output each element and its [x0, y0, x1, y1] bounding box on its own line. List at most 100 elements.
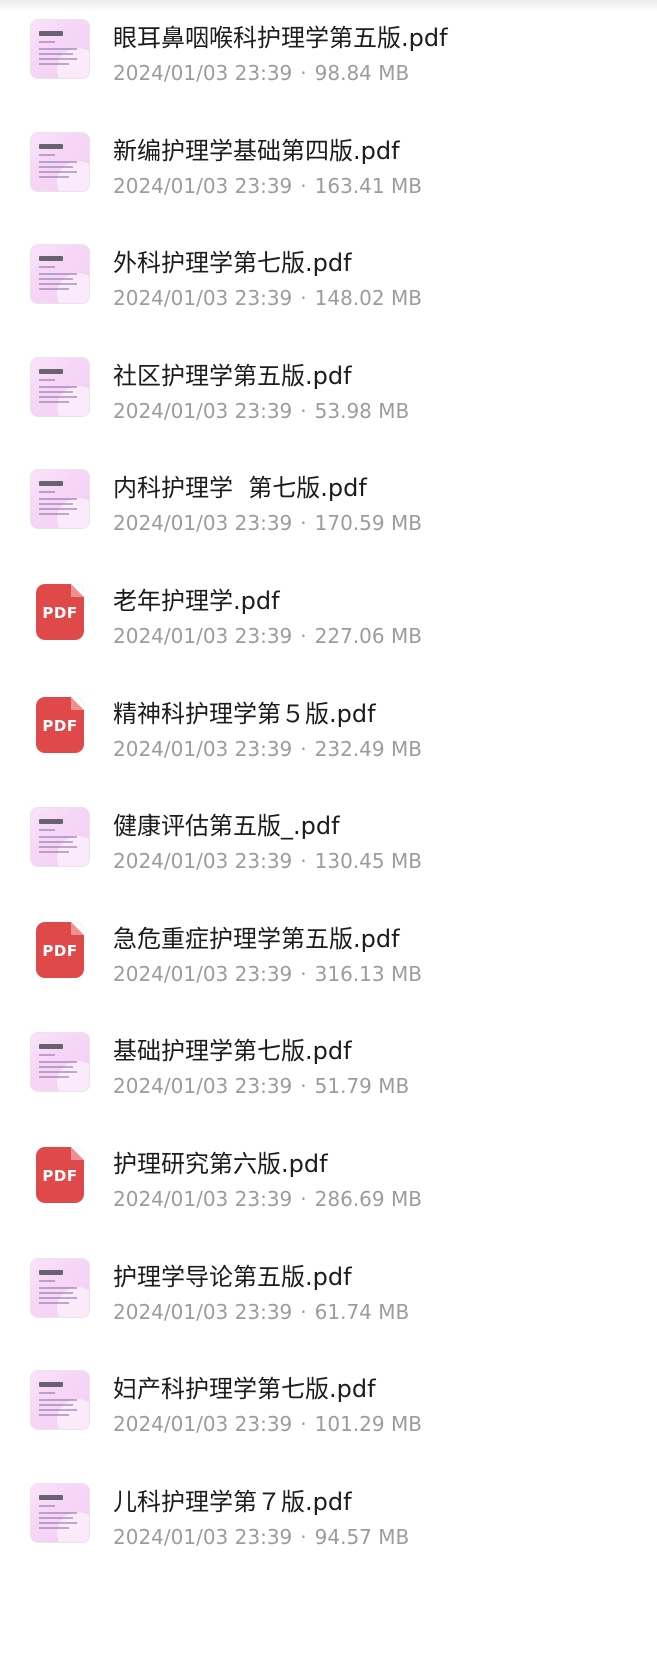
meta-separator: · — [300, 511, 307, 535]
file-size: 51.79 MB — [314, 1074, 410, 1098]
file-row[interactable]: 妇产科护理学第七版.pdf 2024/01/03 23:39 · 101.29 MB — [0, 1349, 657, 1461]
file-row[interactable]: 新编护理学基础第四版.pdf 2024/01/03 23:39 · 163.41 MB — [0, 111, 657, 223]
file-meta: 2024/01/03 23:39 · 227.06 MB — [113, 623, 643, 649]
pdf-file-icon: PDF — [36, 697, 84, 753]
pdf-file-icon: PDF — [36, 1147, 84, 1203]
cover-thumbnail-icon — [30, 1483, 90, 1543]
file-row[interactable]: PDF 精神科护理学第５版.pdf 2024/01/03 23:39 · 232.49 … — [0, 674, 657, 786]
file-meta: 2024/01/03 23:39 · 98.84 MB — [113, 60, 643, 86]
file-date: 2024/01/03 23:39 — [113, 1187, 293, 1211]
file-name: 护理研究第六版.pdf — [113, 1150, 328, 1178]
meta-separator: · — [300, 1074, 307, 1098]
pdf-file-icon: PDF — [36, 922, 84, 978]
file-meta: 2024/01/03 23:39 · 61.74 MB — [113, 1299, 643, 1325]
file-row[interactable]: PDF 老年护理学.pdf 2024/01/03 23:39 · 227.06 MB — [0, 561, 657, 673]
file-size: 148.02 MB — [314, 286, 422, 310]
cover-thumbnail-icon — [30, 244, 90, 304]
file-size: 130.45 MB — [314, 849, 422, 873]
meta-separator: · — [300, 1300, 307, 1324]
file-name: 精神科护理学第５版.pdf — [113, 700, 376, 728]
cover-thumbnail-icon — [30, 469, 90, 529]
file-meta: 2024/01/03 23:39 · 316.13 MB — [113, 961, 643, 987]
file-name: 基础护理学第七版.pdf — [113, 1037, 352, 1065]
file-size: 53.98 MB — [314, 399, 410, 423]
meta-separator: · — [300, 61, 307, 85]
file-date: 2024/01/03 23:39 — [113, 624, 293, 648]
file-date: 2024/01/03 23:39 — [113, 1525, 293, 1549]
meta-separator: · — [300, 624, 307, 648]
file-meta: 2024/01/03 23:39 · 130.45 MB — [113, 848, 643, 874]
file-date: 2024/01/03 23:39 — [113, 849, 293, 873]
file-date: 2024/01/03 23:39 — [113, 962, 293, 986]
meta-separator: · — [300, 1187, 307, 1211]
pdf-badge-label: PDF — [42, 717, 78, 735]
file-row[interactable]: 外科护理学第七版.pdf 2024/01/03 23:39 · 148.02 MB — [0, 223, 657, 335]
file-row[interactable]: 内科护理学 第七版.pdf 2024/01/03 23:39 · 170.59 MB — [0, 448, 657, 560]
cover-thumbnail-icon — [30, 1370, 90, 1430]
cover-thumbnail-icon — [30, 807, 90, 867]
file-name: 社区护理学第五版.pdf — [113, 362, 352, 390]
file-date: 2024/01/03 23:39 — [113, 737, 293, 761]
meta-separator: · — [300, 962, 307, 986]
meta-separator: · — [300, 849, 307, 873]
cover-thumbnail-icon — [30, 132, 90, 192]
file-size: 227.06 MB — [314, 624, 422, 648]
file-meta: 2024/01/03 23:39 · 286.69 MB — [113, 1186, 643, 1212]
file-size: 101.29 MB — [314, 1412, 422, 1436]
file-row[interactable]: 眼耳鼻咽喉科护理学第五版.pdf 2024/01/03 23:39 · 98.84 M… — [0, 0, 657, 110]
file-meta: 2024/01/03 23:39 · 163.41 MB — [113, 173, 643, 199]
file-name: 护理学导论第五版.pdf — [113, 1263, 352, 1291]
file-meta: 2024/01/03 23:39 · 53.98 MB — [113, 398, 643, 424]
file-name: 新编护理学基础第四版.pdf — [113, 137, 400, 165]
file-row[interactable]: 护理学导论第五版.pdf 2024/01/03 23:39 · 61.74 MB — [0, 1237, 657, 1349]
file-row[interactable]: PDF 急危重症护理学第五版.pdf 2024/01/03 23:39 · 316.13… — [0, 899, 657, 1011]
meta-separator: · — [300, 737, 307, 761]
file-size: 170.59 MB — [314, 511, 422, 535]
file-meta: 2024/01/03 23:39 · 94.57 MB — [113, 1524, 643, 1550]
file-name: 老年护理学.pdf — [113, 587, 280, 615]
file-row[interactable]: 儿科护理学第７版.pdf 2024/01/03 23:39 · 94.57 MB — [0, 1462, 657, 1574]
file-size: 94.57 MB — [314, 1525, 410, 1549]
file-date: 2024/01/03 23:39 — [113, 1074, 293, 1098]
file-date: 2024/01/03 23:39 — [113, 399, 293, 423]
pdf-file-icon: PDF — [36, 584, 84, 640]
file-list: 眼耳鼻咽喉科护理学第五版.pdf 2024/01/03 23:39 · 98.84 M… — [0, 0, 657, 1670]
file-row[interactable]: 基础护理学第七版.pdf 2024/01/03 23:39 · 51.79 MB — [0, 1011, 657, 1123]
pdf-badge-label: PDF — [42, 604, 78, 622]
file-date: 2024/01/03 23:39 — [113, 511, 293, 535]
file-name: 妇产科护理学第七版.pdf — [113, 1375, 376, 1403]
file-size: 286.69 MB — [314, 1187, 422, 1211]
file-name: 儿科护理学第７版.pdf — [113, 1488, 352, 1516]
file-name: 急危重症护理学第五版.pdf — [113, 925, 400, 953]
meta-separator: · — [300, 286, 307, 310]
file-name: 内科护理学 第七版.pdf — [113, 474, 367, 502]
pdf-badge-label: PDF — [42, 1167, 78, 1185]
file-meta: 2024/01/03 23:39 · 51.79 MB — [113, 1073, 643, 1099]
meta-separator: · — [300, 174, 307, 198]
file-row[interactable]: PDF 护理研究第六版.pdf 2024/01/03 23:39 · 286.69 MB — [0, 1124, 657, 1236]
file-size: 316.13 MB — [314, 962, 422, 986]
cover-thumbnail-icon — [30, 19, 90, 79]
cover-thumbnail-icon — [30, 1032, 90, 1092]
meta-separator: · — [300, 1525, 307, 1549]
file-size: 98.84 MB — [314, 61, 410, 85]
cover-thumbnail-icon — [30, 1258, 90, 1318]
file-meta: 2024/01/03 23:39 · 170.59 MB — [113, 510, 643, 536]
file-date: 2024/01/03 23:39 — [113, 61, 293, 85]
file-row[interactable]: 健康评估第五版_.pdf 2024/01/03 23:39 · 130.45 MB — [0, 786, 657, 898]
meta-separator: · — [300, 1412, 307, 1436]
cover-thumbnail-icon — [30, 357, 90, 417]
file-row[interactable]: 社区护理学第五版.pdf 2024/01/03 23:39 · 53.98 MB — [0, 336, 657, 448]
file-meta: 2024/01/03 23:39 · 148.02 MB — [113, 285, 643, 311]
file-name: 外科护理学第七版.pdf — [113, 249, 352, 277]
file-size: 163.41 MB — [314, 174, 422, 198]
file-meta: 2024/01/03 23:39 · 101.29 MB — [113, 1411, 643, 1437]
file-date: 2024/01/03 23:39 — [113, 1300, 293, 1324]
file-name: 眼耳鼻咽喉科护理学第五版.pdf — [113, 24, 448, 52]
file-date: 2024/01/03 23:39 — [113, 1412, 293, 1436]
meta-separator: · — [300, 399, 307, 423]
file-name: 健康评估第五版_.pdf — [113, 812, 340, 840]
file-date: 2024/01/03 23:39 — [113, 174, 293, 198]
pdf-badge-label: PDF — [42, 942, 78, 960]
file-size: 232.49 MB — [314, 737, 422, 761]
